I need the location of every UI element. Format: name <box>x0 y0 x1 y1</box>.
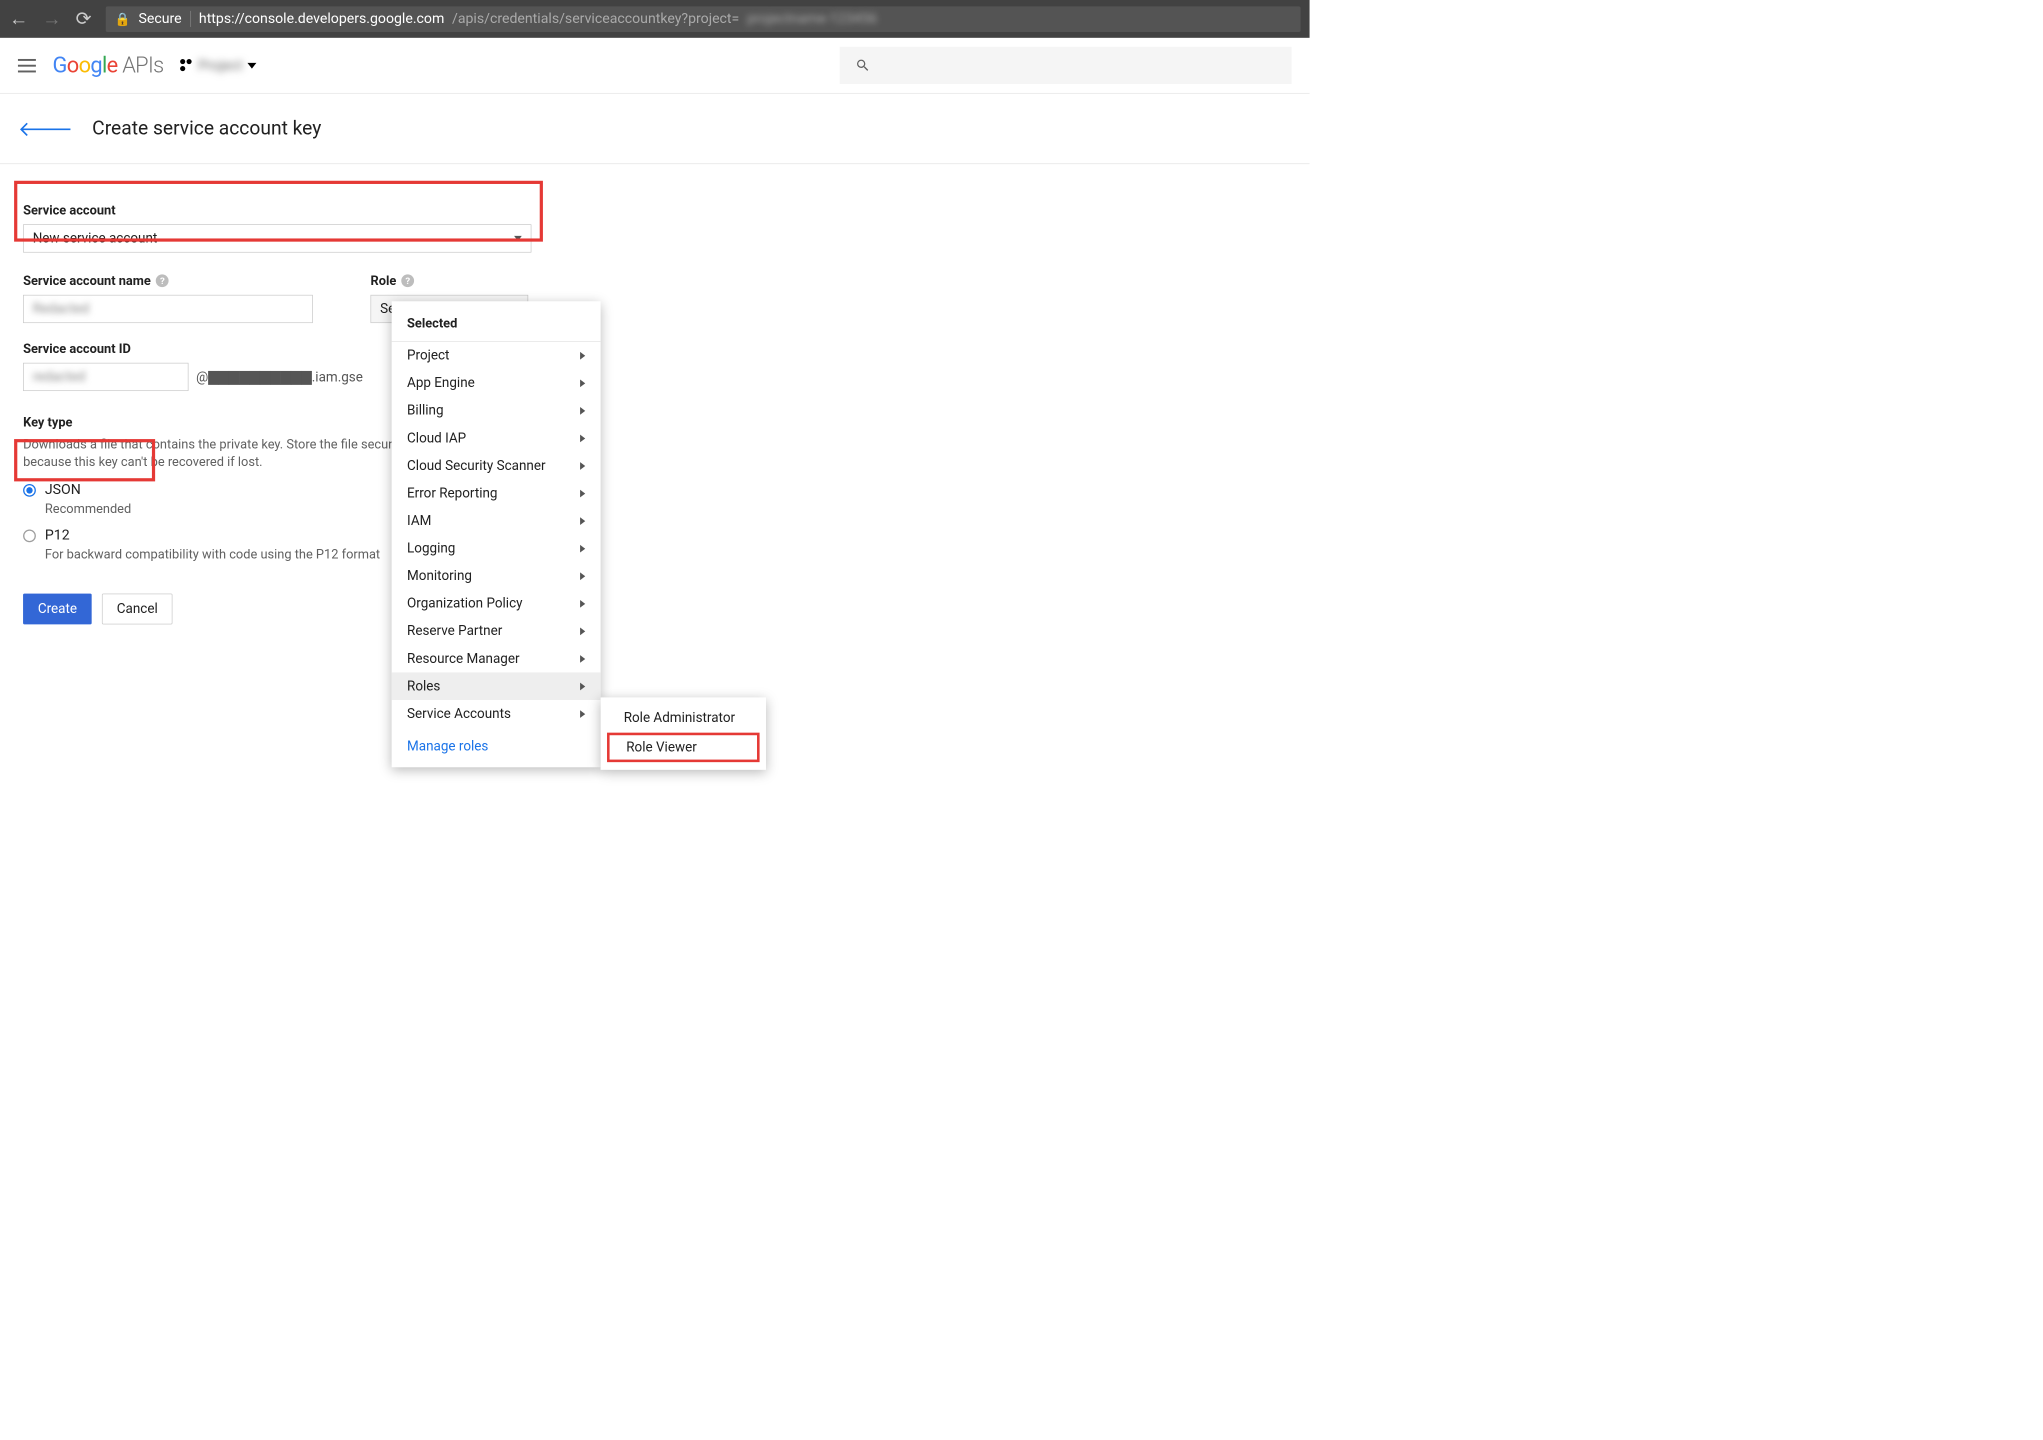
browser-back-icon[interactable]: ← <box>9 9 28 28</box>
key-type-json-radio[interactable]: JSON Recommended <box>23 482 1286 516</box>
page-title: Create service account key <box>92 117 321 139</box>
chevron-right-icon <box>580 434 585 442</box>
chevron-right-icon <box>580 572 585 580</box>
url-path: /apis/credentials/serviceaccountkey?proj… <box>452 11 739 27</box>
role-menu-item[interactable]: Roles <box>392 672 601 700</box>
role-menu-item[interactable]: App Engine <box>392 369 601 397</box>
service-account-id-label: Service account ID <box>23 341 363 356</box>
p12-sublabel: For backward compatibility with code usi… <box>45 546 380 561</box>
json-label: JSON <box>45 482 131 498</box>
annotation-highlight-2 <box>14 439 155 481</box>
chevron-right-icon <box>580 655 585 663</box>
chevron-right-icon <box>580 352 585 360</box>
role-menu-item[interactable]: Billing <box>392 397 601 425</box>
hamburger-menu-icon[interactable] <box>18 59 36 72</box>
secure-label: Secure <box>138 11 191 27</box>
chevron-right-icon <box>580 489 585 497</box>
browser-forward-icon: → <box>42 9 61 28</box>
caret-down-icon <box>248 62 257 68</box>
chevron-right-icon <box>580 462 585 470</box>
browser-chrome-bar: ← → ⟳ 🔒 Secure https://console.developer… <box>0 0 1310 38</box>
service-account-id-suffix: @▇▇▇▇▇▇▇▇▇▇.iam.gse <box>188 369 362 385</box>
role-menu-item[interactable]: Service Accounts <box>392 700 601 728</box>
role-menu-item[interactable]: IAM <box>392 507 601 535</box>
chevron-right-icon <box>580 710 585 718</box>
help-icon[interactable]: ? <box>401 274 414 287</box>
role-menu-item[interactable]: Error Reporting <box>392 479 601 507</box>
url-project-redacted: projectname-123456 <box>747 11 877 27</box>
radio-unchecked-icon <box>23 529 36 542</box>
chevron-right-icon <box>580 682 585 690</box>
create-button[interactable]: Create <box>23 594 92 625</box>
form-area: Service account New service account Serv… <box>0 164 1310 663</box>
key-type-p12-radio[interactable]: P12 For backward compatibility with code… <box>23 528 1286 562</box>
annotation-highlight-1 <box>14 181 543 242</box>
search-input[interactable] <box>840 47 1292 84</box>
role-menu-item[interactable]: Monitoring <box>392 562 601 590</box>
page-header: 🡐 Create service account key <box>0 94 1310 165</box>
cancel-button[interactable]: Cancel <box>102 594 172 625</box>
address-bar[interactable]: 🔒 Secure https://console.developers.goog… <box>106 6 1301 32</box>
role-menu-item[interactable]: Organization Policy <box>392 590 601 618</box>
back-arrow-icon[interactable]: 🡐 <box>18 116 73 141</box>
browser-reload-icon[interactable]: ⟳ <box>76 9 92 28</box>
json-sublabel: Recommended <box>45 501 131 516</box>
roles-submenu: Role Administrator Role Viewer <box>601 697 766 769</box>
role-menu-item[interactable]: Logging <box>392 535 601 563</box>
chevron-right-icon <box>580 600 585 608</box>
project-picker[interactable]: Project <box>180 57 256 73</box>
app-header: Google APIs Project <box>0 38 1310 94</box>
service-account-name-label: Service account name? <box>23 273 313 288</box>
project-icon <box>180 59 193 72</box>
role-dropdown-menu: Selected ProjectApp EngineBillingCloud I… <box>392 301 601 767</box>
annotation-highlight-3: Role Viewer <box>607 733 760 762</box>
submenu-item[interactable]: Role Administrator <box>601 704 766 732</box>
google-apis-logo: Google APIs <box>53 53 164 79</box>
role-menu-item[interactable]: Cloud IAP <box>392 424 601 452</box>
submenu-item[interactable]: Role Viewer <box>610 735 757 759</box>
project-name: Project <box>198 57 242 73</box>
chevron-right-icon <box>580 517 585 525</box>
role-menu-item[interactable]: Reserve Partner <box>392 617 601 645</box>
chevron-right-icon <box>580 379 585 387</box>
service-account-id-input[interactable]: redacted <box>23 363 188 391</box>
radio-checked-icon <box>23 484 36 497</box>
role-menu-item[interactable]: Project <box>392 342 601 370</box>
role-menu-item[interactable]: Cloud Security Scanner <box>392 452 601 480</box>
help-icon[interactable]: ? <box>156 274 169 287</box>
chevron-right-icon <box>580 627 585 635</box>
chevron-right-icon <box>580 407 585 415</box>
search-icon <box>855 58 870 73</box>
role-label: Role? <box>370 273 528 288</box>
role-menu-heading: Selected <box>392 301 601 341</box>
chevron-right-icon <box>580 545 585 553</box>
key-type-label: Key type <box>23 414 1286 429</box>
manage-roles-link[interactable]: Manage roles <box>392 728 601 764</box>
service-account-name-input[interactable]: Redacted <box>23 295 313 323</box>
lock-icon: 🔒 <box>115 11 131 26</box>
p12-label: P12 <box>45 528 380 544</box>
role-menu-item[interactable]: Resource Manager <box>392 645 601 673</box>
url-host: https://console.developers.google.com <box>199 11 444 27</box>
